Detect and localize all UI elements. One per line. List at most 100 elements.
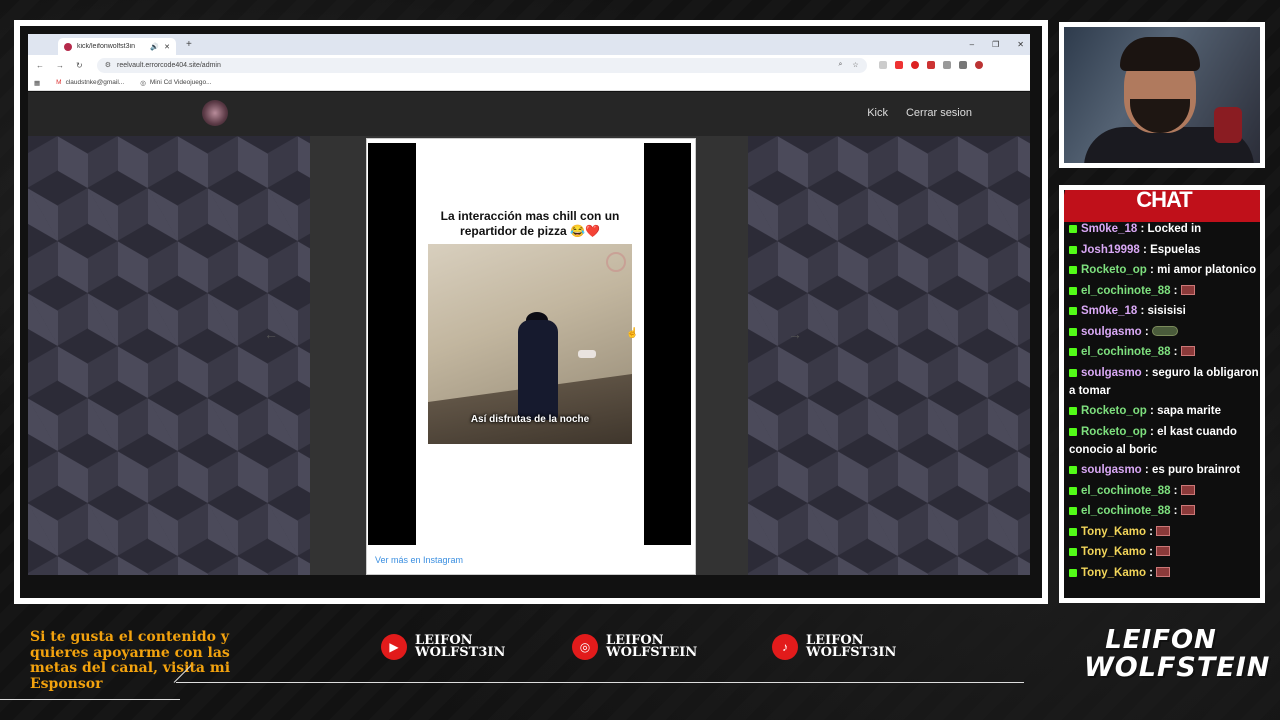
chat-text: Locked in bbox=[1147, 223, 1202, 235]
chat-message: Sm0ke_18 : sisisisi bbox=[1069, 302, 1259, 320]
tab-close-icon[interactable]: ✕ bbox=[164, 43, 170, 51]
chat-separator: : bbox=[1141, 464, 1152, 476]
kick-badge-icon bbox=[1069, 548, 1077, 556]
chat-username[interactable]: Tony_Kamo bbox=[1081, 526, 1146, 538]
kick-badge-icon bbox=[1069, 225, 1077, 233]
chat-separator: : bbox=[1145, 546, 1157, 558]
close-window-icon[interactable]: ✕ bbox=[1017, 40, 1024, 49]
chat-username[interactable]: Tony_Kamo bbox=[1081, 546, 1146, 558]
emote-icon bbox=[1151, 325, 1178, 336]
new-tab-button[interactable]: + bbox=[186, 39, 192, 50]
chat-username[interactable]: Rocketo_op bbox=[1081, 264, 1147, 276]
extension-icon[interactable] bbox=[878, 61, 887, 69]
webcam-feed bbox=[1064, 27, 1260, 163]
tab-audio-icon[interactable]: 🔊 bbox=[150, 43, 159, 51]
chat-separator: : bbox=[1139, 243, 1151, 256]
extension-icon[interactable] bbox=[894, 61, 903, 69]
chat-message: el_cochinote_88 : bbox=[1069, 502, 1259, 520]
minimize-icon[interactable]: – bbox=[970, 40, 974, 49]
profile-avatar[interactable] bbox=[974, 61, 983, 69]
bookmark-label: Mini Cd Videojuego... bbox=[149, 79, 212, 86]
chat-message: el_cochinote_88 : bbox=[1069, 343, 1259, 361]
nav-buttons: ← → ↻ bbox=[28, 61, 83, 70]
forward-icon[interactable]: → bbox=[56, 61, 64, 70]
screen-capture: kick/leifonwolfst3in 🔊 ✕ + – ❐ ✕ ← → ↻ ⚙… bbox=[20, 26, 1042, 598]
chat-message: Tony_Kamo : bbox=[1069, 523, 1259, 541]
divider bbox=[0, 699, 180, 700]
chat-message: Rocketo_op : sapa marite bbox=[1069, 402, 1259, 420]
zoom-icon[interactable]: ⌕ bbox=[839, 61, 843, 69]
nav-link-logout[interactable]: Cerrar sesion bbox=[906, 107, 972, 119]
chat-separator: : bbox=[1141, 366, 1152, 379]
kick-badge-icon bbox=[1069, 427, 1077, 436]
chat-username[interactable]: soulgasmo bbox=[1081, 464, 1142, 476]
brand-logo: LEIFON WOLFSTEIN bbox=[1084, 626, 1269, 688]
social-tiktok: ♪ LEIFON WOLFST3IN bbox=[772, 634, 896, 660]
social-name-line: WOLFST3IN bbox=[806, 645, 897, 660]
site-info-icon[interactable]: ⚙ bbox=[105, 61, 111, 69]
chat-username[interactable]: soulgasmo bbox=[1081, 326, 1142, 338]
chat-username[interactable]: el_cochinote_88 bbox=[1081, 285, 1170, 297]
chat-message: Josh19998 : Espuelas bbox=[1069, 241, 1259, 259]
microphone bbox=[1214, 107, 1242, 143]
tab-title: kick/leifonwolfst3in bbox=[77, 43, 135, 50]
chat-username[interactable]: soulgasmo bbox=[1081, 367, 1142, 379]
social-name-line: WOLFSTEIN bbox=[606, 645, 698, 660]
tiktok-icon: ♪ bbox=[772, 634, 798, 660]
prev-arrow-icon[interactable]: ← bbox=[264, 326, 278, 342]
chat-username[interactable]: el_cochinote_88 bbox=[1081, 485, 1170, 497]
instagram-embed: La interacción mas chill con un repartid… bbox=[366, 138, 696, 575]
kick-badge-icon bbox=[1069, 266, 1077, 274]
extensions-puzzle-icon[interactable] bbox=[942, 61, 951, 69]
window-controls: – ❐ ✕ bbox=[970, 40, 1030, 49]
view-on-instagram-link[interactable]: Ver más en Instagram bbox=[375, 555, 463, 565]
video-player[interactable]: La interacción mas chill con un repartid… bbox=[368, 143, 691, 545]
browser-toolbar: ← → ↻ ⚙ reelvault.errorcode404.site/admi… bbox=[28, 55, 1030, 75]
bookmark-item[interactable]: ◎ Mini Cd Videojuego... bbox=[140, 79, 211, 87]
globe-icon: ◎ bbox=[140, 79, 146, 87]
bookmark-label: claudstnke@gmail... bbox=[65, 79, 125, 86]
chat-username[interactable]: Rocketo_op bbox=[1081, 405, 1147, 417]
chat-username[interactable]: el_cochinote_88 bbox=[1081, 505, 1170, 517]
apps-grid-icon[interactable]: ▦ bbox=[34, 79, 40, 87]
chat-username[interactable]: el_cochinote_88 bbox=[1081, 346, 1170, 358]
video-still: Así disfrutas de la noche bbox=[428, 244, 632, 444]
chat-separator: : bbox=[1145, 566, 1157, 579]
chat-username[interactable]: Sm0ke_18 bbox=[1081, 305, 1137, 317]
chat-username[interactable]: Josh19998 bbox=[1081, 244, 1140, 256]
emote-icon bbox=[1180, 505, 1195, 515]
video-caption: La interacción mas chill con un repartid… bbox=[440, 209, 620, 238]
next-arrow-icon[interactable]: → bbox=[788, 326, 802, 342]
reload-icon[interactable]: ↻ bbox=[76, 61, 83, 70]
mouse-cursor-icon: ☝ bbox=[626, 328, 639, 339]
bookmark-item[interactable]: M claudstnke@gmail... bbox=[56, 79, 124, 86]
chat-message: soulgasmo : bbox=[1069, 323, 1259, 341]
chat-message: Rocketo_op : el kast cuando conocio al b… bbox=[1069, 423, 1259, 459]
extensions bbox=[878, 61, 983, 69]
site-logo[interactable] bbox=[202, 100, 228, 126]
menu-icon[interactable] bbox=[958, 61, 967, 69]
nav-link-kick[interactable]: Kick bbox=[867, 107, 888, 119]
chat-username[interactable]: Rocketo_op bbox=[1081, 426, 1147, 438]
url-text: reelvault.errorcode404.site/admin bbox=[116, 61, 221, 69]
opera-icon[interactable] bbox=[910, 61, 919, 69]
kick-badge-icon bbox=[1069, 466, 1077, 474]
back-icon[interactable]: ← bbox=[36, 61, 44, 70]
chat-username[interactable]: Sm0ke_18 bbox=[1081, 223, 1137, 235]
chat-message: Rocketo_op : mi amor platonico bbox=[1069, 261, 1259, 279]
browser-tab[interactable]: kick/leifonwolfst3in 🔊 ✕ bbox=[58, 38, 176, 55]
chat-username[interactable]: Tony_Kamo bbox=[1081, 567, 1146, 579]
bookmark-star-icon[interactable]: ☆ bbox=[852, 61, 858, 69]
chat-message: Tony_Kamo : bbox=[1069, 564, 1259, 582]
gmail-icon: M bbox=[56, 79, 62, 86]
video-frame: La interacción mas chill con un repartid… bbox=[416, 143, 644, 545]
chat-message: Tony_Kamo : bbox=[1069, 543, 1259, 561]
chat-text: mi amor platonico bbox=[1157, 264, 1257, 276]
emote-icon bbox=[1156, 525, 1171, 536]
emote-icon bbox=[1180, 484, 1195, 495]
gmail-icon[interactable] bbox=[926, 61, 935, 69]
address-bar[interactable]: ⚙ reelvault.errorcode404.site/admin ⌕ ☆ bbox=[96, 57, 867, 73]
chat-frame: CHAT Sm0ke_18 : Locked in Josh19998 : Esp… bbox=[1059, 185, 1265, 603]
kick-badge-icon bbox=[1069, 368, 1077, 377]
maximize-icon[interactable]: ❐ bbox=[992, 40, 999, 49]
